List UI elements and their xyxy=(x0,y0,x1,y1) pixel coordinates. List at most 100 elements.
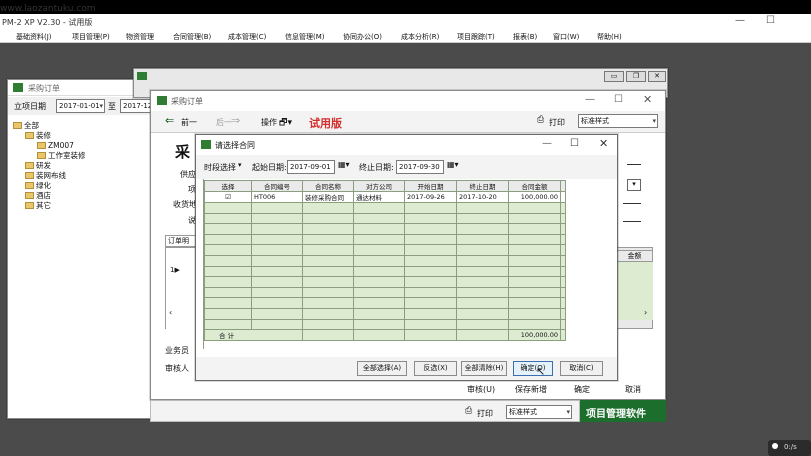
tree-node[interactable]: 研发 xyxy=(13,161,163,171)
table-row[interactable] xyxy=(204,254,566,267)
folder-icon xyxy=(25,202,34,209)
tree-node[interactable]: 装网布线 xyxy=(13,171,163,181)
cell-check[interactable]: ☑ xyxy=(204,191,252,203)
table-row[interactable] xyxy=(204,318,566,331)
menu-item-4[interactable]: 成本管理(C) xyxy=(228,32,266,42)
close-icon[interactable]: ✕ xyxy=(599,137,608,150)
period-select[interactable]: 时段选择 xyxy=(204,162,236,173)
table-row[interactable] xyxy=(204,223,566,235)
close-icon[interactable]: ✕ xyxy=(643,93,652,106)
empty-cell xyxy=(302,318,354,331)
menu-item-8[interactable]: 项目跟踪(T) xyxy=(457,32,495,42)
column-header[interactable]: 开始日期 xyxy=(404,180,457,192)
empty-cell xyxy=(251,212,303,225)
dropdown-arrow-icon[interactable]: ▾ xyxy=(627,179,641,191)
select-all-button[interactable]: 全部选择(A) xyxy=(357,361,407,376)
printer-icon[interactable]: ⎙ xyxy=(537,115,544,125)
cancel-button[interactable]: 取消 xyxy=(625,384,641,395)
table-row[interactable]: ☑ HT006 装修采购合同 通达材料 2017-09-26 2017-10-20 100,… xyxy=(204,191,566,203)
back-arrow-icon[interactable]: ⇐ xyxy=(165,114,174,127)
save-new-button[interactable]: 保存新增 xyxy=(515,384,547,395)
select-contract-dialog: 请选择合同 — ☐ ✕ 时段选择 ▾ 起始日期: 2017-09-01 ▦▾ 终… xyxy=(195,134,618,381)
maximize-icon[interactable]: ☐ xyxy=(614,94,623,105)
close-icon[interactable]: ✕ xyxy=(648,71,666,82)
clear-all-button[interactable]: 全部清除(H) xyxy=(461,361,507,376)
empty-cell xyxy=(560,286,566,299)
table-row[interactable] xyxy=(204,297,566,309)
empty-cell xyxy=(204,286,252,299)
total-row: 合 计 100,000.00 xyxy=(204,329,566,342)
printer-icon[interactable]: ⎙ xyxy=(465,406,472,416)
empty-cell xyxy=(302,233,354,246)
action-dropdown-icon[interactable]: 🗗▾ xyxy=(279,115,292,131)
print-style-select[interactable]: 标准样式 ▾ xyxy=(578,114,658,128)
calendar-icon[interactable]: ▦▾ xyxy=(447,160,459,169)
tree-node[interactable]: 工作室装修 xyxy=(13,151,163,161)
table-row[interactable] xyxy=(204,265,566,278)
menu-item-10[interactable]: 窗口(W) xyxy=(553,32,579,42)
table-row[interactable] xyxy=(204,233,566,246)
column-header[interactable]: 合同编号 xyxy=(251,180,303,192)
print-button[interactable]: 打印 xyxy=(549,117,565,128)
review-button[interactable]: 审核(U) xyxy=(467,384,495,395)
tree-node[interactable]: 其它 xyxy=(13,201,163,211)
empty-cell xyxy=(302,244,354,256)
tree-node[interactable]: 装修 xyxy=(13,131,163,141)
tree-node[interactable]: 全部 xyxy=(13,121,163,131)
invert-selection-button[interactable]: 反选(X) xyxy=(414,361,457,376)
empty-cell xyxy=(353,276,405,288)
tree-node[interactable]: ZM007 xyxy=(13,141,163,151)
minimize-icon[interactable]: — xyxy=(585,94,595,105)
minimize-icon[interactable]: — xyxy=(542,138,552,149)
action-menu[interactable]: 操作 xyxy=(261,117,277,128)
scroll-left-icon[interactable]: ‹ xyxy=(169,308,172,317)
next-arrow-icon[interactable]: ⇒ xyxy=(231,114,240,127)
back-button[interactable]: 前一 xyxy=(181,117,197,128)
empty-cell xyxy=(456,265,509,278)
menu-item-11[interactable]: 帮助(H) xyxy=(597,32,622,42)
scroll-right-icon[interactable]: › xyxy=(644,308,647,317)
minimize-icon[interactable]: — xyxy=(735,15,745,26)
empty-cell xyxy=(404,276,457,288)
menu-item-7[interactable]: 成本分析(R) xyxy=(401,32,439,42)
table-row[interactable] xyxy=(204,212,566,225)
menu-item-0[interactable]: 基础资料(J) xyxy=(16,32,52,42)
column-header[interactable]: 选择 xyxy=(204,180,252,192)
column-header[interactable]: 合同名称 xyxy=(302,180,354,192)
menu-item-2[interactable]: 物资管理 xyxy=(126,32,154,42)
table-row[interactable] xyxy=(204,244,566,256)
ok-button[interactable]: 确定 xyxy=(574,384,590,395)
empty-cell xyxy=(251,318,303,331)
end-date-field[interactable]: 2017-09-30 xyxy=(396,160,444,174)
table-row[interactable] xyxy=(204,202,566,214)
maximize-icon[interactable]: ☐ xyxy=(570,138,579,149)
menu-item-9[interactable]: 报表(B) xyxy=(513,32,537,42)
restore-icon[interactable]: ❐ xyxy=(626,71,646,82)
period-dropdown-icon[interactable]: ▾ xyxy=(238,161,242,169)
menu-item-1[interactable]: 项目管理(P) xyxy=(72,32,110,42)
tree-node[interactable]: 绿化 xyxy=(13,181,163,191)
calendar-icon[interactable]: ▦▾ xyxy=(338,160,350,169)
print-style-select[interactable]: 标准样式 ▾ xyxy=(506,405,572,419)
menu-item-5[interactable]: 信息管理(M) xyxy=(285,32,325,42)
date-from-field[interactable]: 2017-01-01 ▾ xyxy=(56,99,105,113)
column-header[interactable]: 终止日期 xyxy=(456,180,509,192)
table-row[interactable] xyxy=(204,276,566,288)
column-header[interactable]: 对方公司 xyxy=(353,180,405,192)
table-row[interactable] xyxy=(204,307,566,320)
tree-node[interactable]: 酒店 xyxy=(13,191,163,201)
table-row[interactable] xyxy=(204,286,566,299)
next-button[interactable]: 后一 xyxy=(216,117,232,128)
menu-item-6[interactable]: 协同办公(O) xyxy=(343,32,382,42)
maximize-icon[interactable]: ☐ xyxy=(766,15,775,26)
menu-item-3[interactable]: 合同管理(B) xyxy=(173,32,211,42)
column-header[interactable]: 合同金额 xyxy=(508,180,561,192)
confirm-button[interactable]: 确定(O) xyxy=(513,361,553,376)
tab-order-details[interactable]: 订单明 xyxy=(165,235,199,247)
print-button[interactable]: 打印 xyxy=(477,408,493,419)
start-date-field[interactable]: 2017-09-01 xyxy=(287,160,335,174)
minimize-icon[interactable]: ▭ xyxy=(604,71,624,82)
empty-cell xyxy=(560,254,566,267)
dialog-cancel-button[interactable]: 取消(C) xyxy=(560,361,603,376)
empty-cell xyxy=(353,318,405,331)
